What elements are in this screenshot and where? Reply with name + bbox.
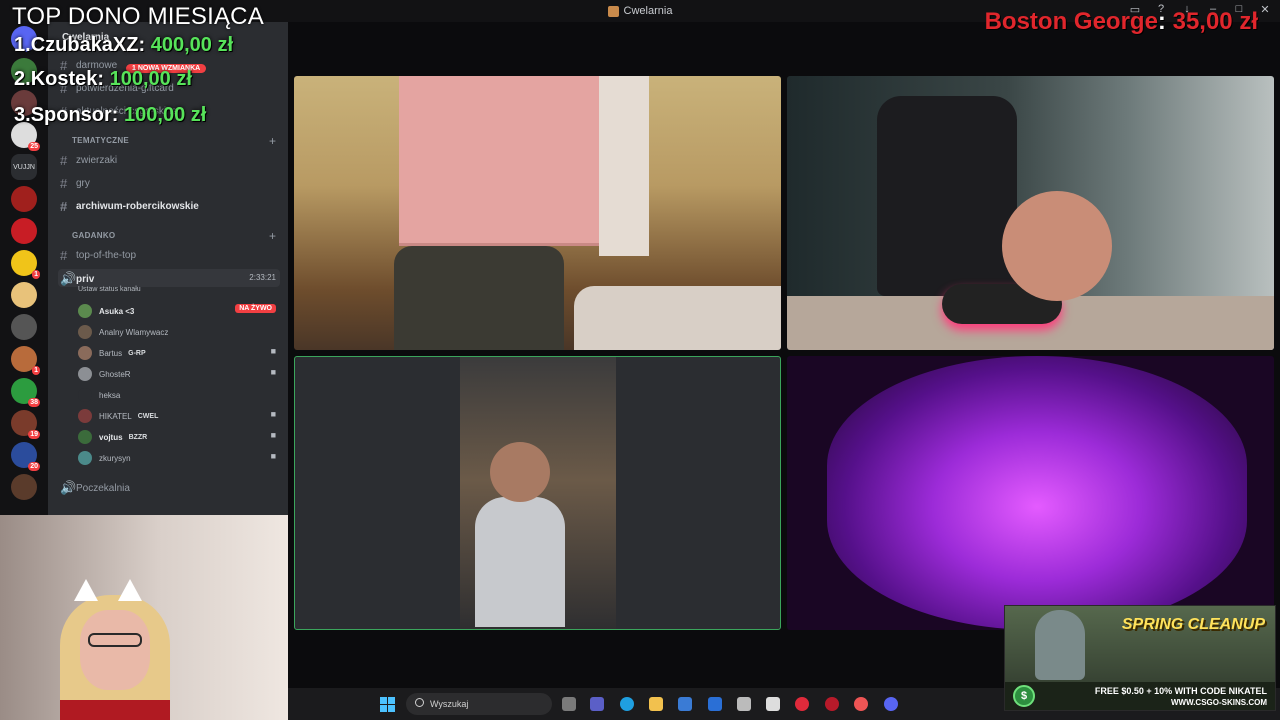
avatar: [78, 451, 92, 465]
task-view-icon[interactable]: [562, 697, 576, 711]
category-tematyczne[interactable]: TEMATYCZNE: [72, 136, 129, 145]
voice-member[interactable]: vojtus BZZR: [78, 430, 147, 444]
channel-status-note[interactable]: Ustaw status kanału: [78, 286, 141, 293]
voice-member[interactable]: Asuka <3: [78, 304, 134, 318]
windows-start-icon[interactable]: [380, 697, 395, 712]
server-icon[interactable]: 1: [11, 250, 40, 279]
ad-offer: FREE $0.50 + 10% WITH CODE NIKATEL: [1094, 686, 1267, 696]
camera-icon: ■: [270, 430, 276, 440]
voice-member[interactable]: HIKATEL CWEL: [78, 409, 158, 423]
folder-icon[interactable]: [649, 697, 663, 711]
avatar: [78, 304, 92, 318]
member-tag: G-RP: [128, 349, 146, 357]
hash-icon: #: [60, 248, 68, 263]
app-icon[interactable]: [737, 697, 751, 711]
voice-member[interactable]: Bartus G-RP: [78, 346, 146, 360]
speaker-icon: 🔊: [60, 271, 77, 286]
ad-url: WWW.CSGO-SKINS.COM: [1171, 698, 1267, 707]
server-icon[interactable]: [11, 474, 37, 500]
category-gadanko[interactable]: GADANKO: [72, 231, 115, 240]
close-button[interactable]: ✕: [1258, 3, 1272, 16]
store-icon[interactable]: [678, 697, 692, 711]
avatar: [78, 388, 92, 402]
voice-member[interactable]: heksa: [78, 388, 120, 402]
hash-icon: #: [60, 176, 68, 191]
member-tag: CWEL: [137, 412, 159, 420]
camera-icon: ■: [270, 367, 276, 377]
channel-zwierzaki[interactable]: # zwierzaki: [60, 153, 117, 168]
server-icon[interactable]: 38: [11, 378, 40, 407]
app-icon[interactable]: [854, 697, 868, 711]
sponsor-ad: SPRING CLEANUP $ FREE $0.50 + 10% WITH C…: [1004, 605, 1276, 711]
streamer-webcam: [0, 515, 288, 720]
channel-gry[interactable]: # gry: [60, 176, 90, 191]
avatar: [78, 430, 92, 444]
server-icon[interactable]: 1: [11, 346, 40, 375]
server-icon[interactable]: VUJJN: [11, 154, 37, 180]
opera-icon[interactable]: [795, 697, 809, 711]
video-tile-speaking[interactable]: [294, 356, 781, 630]
latest-donation: Boston George: 35,00 zł: [984, 8, 1258, 35]
avatar: [78, 346, 92, 360]
voice-member[interactable]: Analny Wlamywacz: [78, 325, 168, 339]
server-icon[interactable]: 19: [11, 410, 40, 439]
avatar: [78, 409, 92, 423]
channel-archiwum[interactable]: # archiwum-robercikowskie: [60, 199, 199, 214]
donor-row: 2.Kostek: 100,00 zł: [14, 68, 192, 90]
dollar-coin-icon: $: [1013, 685, 1035, 707]
channel-top-of-the-top[interactable]: # top-of-the-top: [60, 248, 136, 263]
teams-icon[interactable]: [590, 697, 604, 711]
app-icon[interactable]: [766, 697, 780, 711]
hash-icon: #: [60, 153, 68, 168]
search-icon: [415, 698, 424, 707]
video-tile[interactable]: [787, 356, 1274, 630]
overlay-title: TOP DONO MIESIĄCA: [12, 3, 264, 30]
voice-channel-poczekalnia[interactable]: 🔊 Poczekalnia: [60, 480, 130, 496]
opera-gx-icon[interactable]: [825, 697, 839, 711]
voice-member[interactable]: GhosteR: [78, 367, 131, 381]
server-icon[interactable]: [11, 218, 37, 244]
avatar: [78, 367, 92, 381]
screen: Cwelarnia ▭ ? ↓ – □ ✕ 25 VUJJN 1 1 38 19…: [0, 0, 1280, 720]
avatar: [78, 325, 92, 339]
server-icon[interactable]: 20: [11, 442, 40, 471]
voice-member[interactable]: zkurysyn: [78, 451, 131, 465]
cat-ear-icon: [118, 579, 142, 601]
voice-channel-priv[interactable]: 🔊 priv: [60, 271, 94, 287]
server-rail: 25 VUJJN 1 1 38 19 20: [0, 22, 48, 515]
discord-icon[interactable]: [884, 697, 898, 711]
camera-icon: ■: [270, 346, 276, 356]
mail-icon[interactable]: [708, 697, 722, 711]
ad-title: SPRING CLEANUP: [1121, 616, 1265, 633]
member-tag: BZZR: [128, 433, 148, 441]
cat-ear-icon: [74, 579, 98, 601]
camera-icon: ■: [270, 451, 276, 461]
speaker-icon: 🔊: [60, 480, 77, 495]
add-channel-icon[interactable]: +: [269, 229, 276, 243]
video-tile[interactable]: [294, 76, 781, 350]
server-icon: [607, 5, 619, 17]
voice-timer: 2:33:21: [249, 273, 276, 282]
taskbar-search[interactable]: Wyszukaj: [406, 693, 552, 715]
live-badge: NA ŻYWO: [235, 304, 276, 313]
hash-icon: #: [60, 199, 68, 214]
edge-icon[interactable]: [620, 697, 634, 711]
add-channel-icon[interactable]: +: [269, 134, 276, 148]
window-title: Cwelarnia: [623, 5, 673, 17]
server-icon[interactable]: [11, 314, 37, 340]
donor-row: 3.Sponsor: 100,00 zł: [14, 104, 207, 126]
server-icon[interactable]: [11, 186, 37, 212]
channel-list: Cwelarnia 1 NOWA WZMIANKA # darmowe # potw…: [48, 22, 288, 515]
donor-row: 1.CzubakaXZ: 400,00 zł: [14, 34, 234, 56]
camera-icon: ■: [270, 409, 276, 419]
video-tile[interactable]: [787, 76, 1274, 350]
server-icon[interactable]: [11, 282, 37, 308]
